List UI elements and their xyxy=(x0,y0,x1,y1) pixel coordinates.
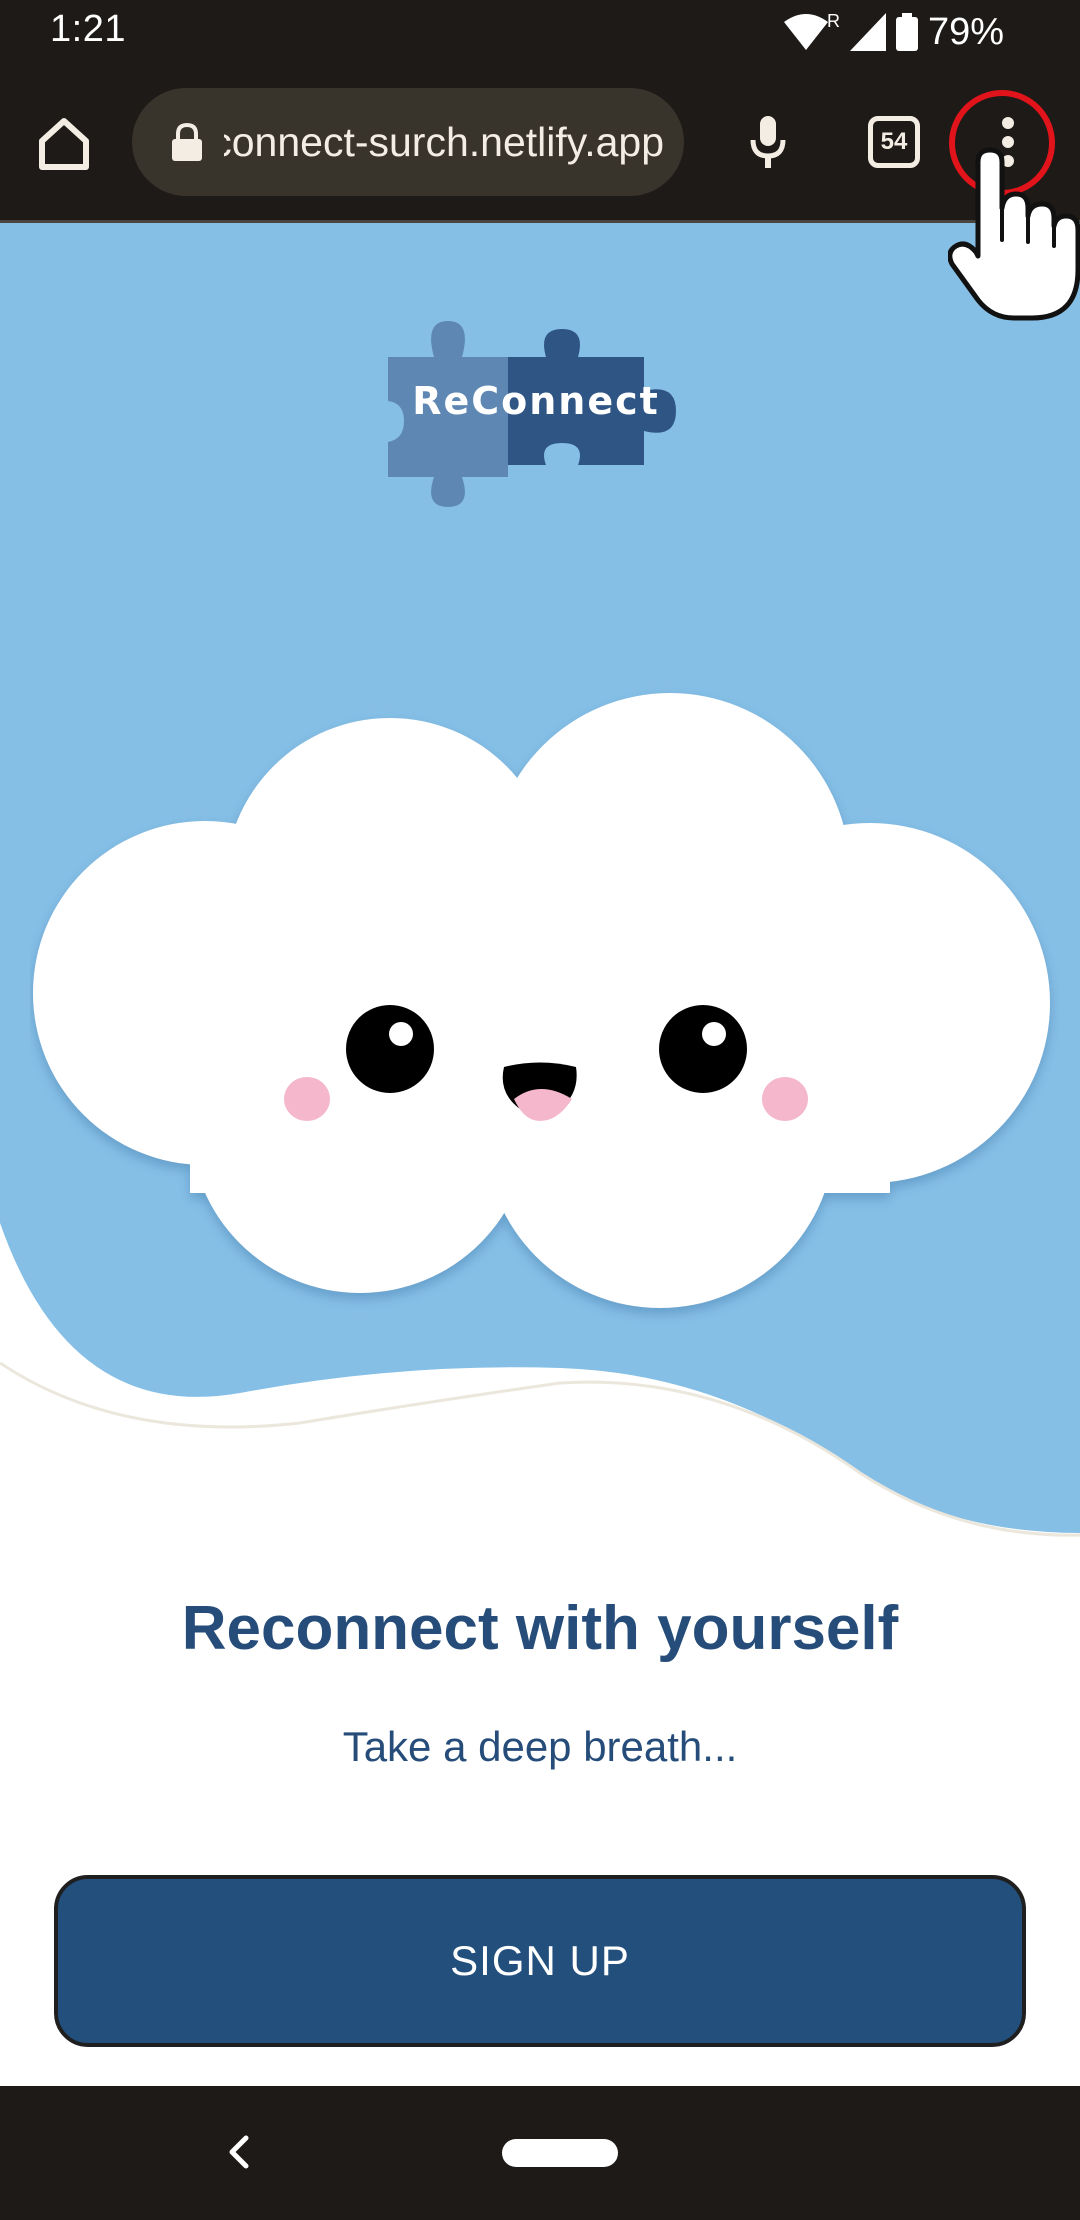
home-gesture-pill[interactable] xyxy=(502,2139,618,2167)
page-headline: Reconnect with yourself xyxy=(181,1594,899,1663)
smiling-cloud-illustration xyxy=(33,693,1050,1308)
logo-text: ReConnect xyxy=(412,379,660,423)
more-options-icon xyxy=(1002,117,1014,167)
home-icon xyxy=(39,118,89,170)
lock-icon xyxy=(172,122,202,161)
status-icons: R 79% xyxy=(783,6,1004,58)
roaming-indicator: R xyxy=(826,10,840,31)
reconnect-logo: ReConnect xyxy=(386,317,686,507)
url-text: reconnect-surch.netlify.app xyxy=(224,118,664,165)
system-navigation-bar xyxy=(0,2086,1080,2220)
battery-percentage: 79% xyxy=(927,10,1004,53)
battery-icon xyxy=(895,13,918,51)
page-subheadline: Take a deep breath... xyxy=(342,1723,738,1770)
tab-count: 54 xyxy=(880,128,908,155)
tab-switcher-button[interactable]: 54 xyxy=(852,100,936,184)
back-chevron-icon xyxy=(229,2135,249,2169)
browser-toolbar: reconnect-surch.netlify.app 54 xyxy=(0,64,1080,220)
sign-up-button[interactable]: SIGN UP xyxy=(54,1875,1026,2047)
microphone-icon xyxy=(750,116,786,168)
tabs-icon: 54 xyxy=(868,116,920,168)
signal-icon xyxy=(849,13,886,51)
status-time: 1:21 xyxy=(50,8,126,50)
web-page: ReConnect Reconnect with yourself Take a… xyxy=(0,220,1080,2086)
home-button[interactable] xyxy=(26,106,102,182)
more-options-button[interactable] xyxy=(960,94,1056,190)
wifi-icon xyxy=(783,14,828,50)
address-bar[interactable]: reconnect-surch.netlify.app xyxy=(132,88,684,196)
status-bar: 1:21 R 79% xyxy=(0,0,1080,64)
back-button[interactable] xyxy=(218,2130,262,2174)
voice-search-button[interactable] xyxy=(726,100,810,184)
